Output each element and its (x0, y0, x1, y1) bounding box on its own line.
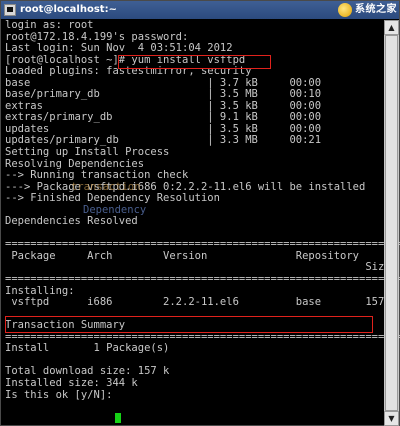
terminal-line: Dependencies Resolved (5, 215, 138, 228)
window-title: root@localhost:~ (20, 4, 117, 15)
command-highlight-box (118, 55, 271, 69)
terminal-line: --> Running transaction check (5, 169, 189, 182)
terminal-cursor (115, 413, 121, 423)
terminal-line: Setting up Install Process (5, 146, 170, 159)
scrollbar-thumb[interactable] (385, 35, 398, 411)
watermark-text: 系统之家 (355, 4, 397, 15)
terminal-line: login as: root (5, 19, 94, 31)
title-bar[interactable]: root@localhost:~ 系统之家 (1, 1, 399, 19)
terminal-line: vsftpd i686 2.2.2-11.el6 base 157 k (5, 296, 397, 309)
scroll-down-arrow-icon[interactable]: ▼ (384, 411, 399, 426)
putty-icon[interactable] (4, 4, 16, 16)
terminal-line: Install 1 Package(s) (5, 342, 170, 355)
scroll-up-arrow-icon[interactable]: ▲ (384, 20, 399, 35)
terminal-window: root@localhost:~ 系统之家 login as: root root… (0, 0, 400, 426)
package-row-highlight-box (5, 316, 373, 333)
watermark-icon (338, 3, 352, 17)
terminal-line: Installed size: 344 k (5, 376, 138, 389)
vertical-scrollbar[interactable]: ▲ ▼ (384, 20, 399, 426)
terminal-line: --> Finished Dependency Resolution (5, 192, 220, 205)
scrollbar-track[interactable] (384, 35, 399, 411)
terminal-line: Last login: Sun Nov 4 03:51:04 2012 (5, 42, 233, 55)
terminal-line: ========================================… (5, 273, 400, 286)
watermark-logo: 系统之家 (338, 2, 397, 18)
terminal-output[interactable]: login as: root root@172.18.4.199's passwo… (5, 19, 400, 425)
terminal-line: Is this ok [y/N]: (5, 388, 119, 401)
